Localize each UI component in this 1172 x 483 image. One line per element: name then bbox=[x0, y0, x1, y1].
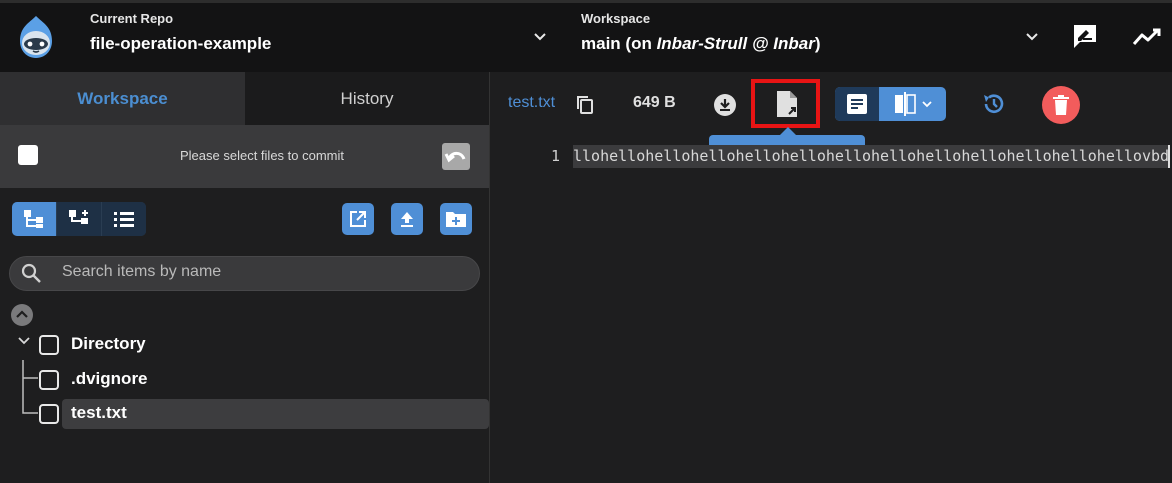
delete-button[interactable] bbox=[1042, 86, 1080, 124]
upload-icon bbox=[401, 212, 413, 227]
text-view-button[interactable] bbox=[835, 87, 879, 121]
view-mode-group bbox=[12, 202, 146, 236]
workspace-close: ) bbox=[814, 34, 821, 53]
trash-icon bbox=[1053, 95, 1069, 115]
new-folder-button[interactable] bbox=[440, 203, 472, 235]
text-view-icon bbox=[847, 94, 867, 114]
chevron-down-icon bbox=[922, 101, 932, 108]
workspace-name[interactable]: main (on Inbar-Strull @ Inbar) bbox=[581, 34, 821, 54]
chevron-down-icon[interactable] bbox=[531, 28, 549, 46]
file-size: 649 B bbox=[633, 94, 676, 111]
list-icon bbox=[114, 212, 134, 227]
tab-workspace[interactable]: Workspace bbox=[0, 72, 245, 125]
file-checkbox[interactable] bbox=[39, 370, 59, 390]
repo-caption: Current Repo bbox=[90, 11, 174, 26]
tree-add-icon bbox=[69, 210, 88, 224]
new-folder-icon bbox=[446, 212, 466, 227]
workspace-caption: Workspace bbox=[581, 11, 651, 26]
chevron-down-icon[interactable] bbox=[1023, 28, 1041, 46]
edit-note-icon[interactable] bbox=[1071, 23, 1099, 49]
view-toggle-group bbox=[835, 87, 946, 121]
pane-divider[interactable] bbox=[489, 72, 490, 483]
open-file-icon[interactable] bbox=[775, 90, 799, 118]
list-view-button[interactable] bbox=[102, 202, 146, 236]
tooltip-arrow bbox=[780, 127, 796, 135]
code-line[interactable]: llohellohellohellohellohellohellohellohe… bbox=[573, 145, 1169, 168]
tree-add-view-button[interactable] bbox=[57, 202, 101, 236]
line-number: 1 bbox=[551, 147, 561, 165]
file-label[interactable]: .dvignore bbox=[71, 369, 148, 389]
copy-icon[interactable] bbox=[576, 95, 594, 115]
top-border bbox=[0, 0, 1172, 3]
open-external-icon bbox=[350, 211, 366, 227]
folder-checkbox[interactable] bbox=[39, 335, 59, 355]
repo-name[interactable]: file-operation-example bbox=[90, 34, 271, 54]
select-all-checkbox[interactable] bbox=[18, 145, 38, 165]
download-icon[interactable] bbox=[713, 93, 737, 117]
undo-button[interactable] bbox=[442, 143, 470, 170]
app-logo-icon bbox=[20, 16, 52, 58]
chevron-down-icon[interactable] bbox=[17, 334, 31, 348]
search-placeholder: Search items by name bbox=[62, 263, 222, 280]
file-label[interactable]: test.txt bbox=[71, 403, 127, 423]
file-checkbox[interactable] bbox=[39, 404, 59, 424]
diff-view-icon bbox=[895, 92, 916, 116]
workspace-detail: Inbar-Strull @ Inbar bbox=[656, 34, 815, 53]
workspace-branch: main bbox=[581, 34, 621, 53]
file-name[interactable]: test.txt bbox=[508, 94, 555, 112]
tab-history[interactable]: History bbox=[245, 72, 489, 125]
tree-view-icon bbox=[24, 210, 43, 228]
undo-icon bbox=[444, 151, 466, 163]
tree-view-button[interactable] bbox=[12, 202, 56, 236]
history-icon[interactable] bbox=[981, 91, 1007, 117]
upload-button[interactable] bbox=[391, 203, 423, 235]
collapse-all-button[interactable] bbox=[11, 304, 33, 326]
diff-view-button[interactable] bbox=[880, 87, 946, 121]
folder-label[interactable]: Directory bbox=[71, 334, 146, 354]
text-cursor bbox=[1168, 145, 1170, 168]
open-external-button[interactable] bbox=[342, 203, 374, 235]
commit-message: Please select files to commit bbox=[180, 148, 345, 163]
chevron-up-icon bbox=[16, 310, 28, 318]
search-icon bbox=[21, 263, 41, 283]
trending-icon[interactable] bbox=[1132, 26, 1162, 48]
workspace-on: (on bbox=[620, 34, 657, 53]
